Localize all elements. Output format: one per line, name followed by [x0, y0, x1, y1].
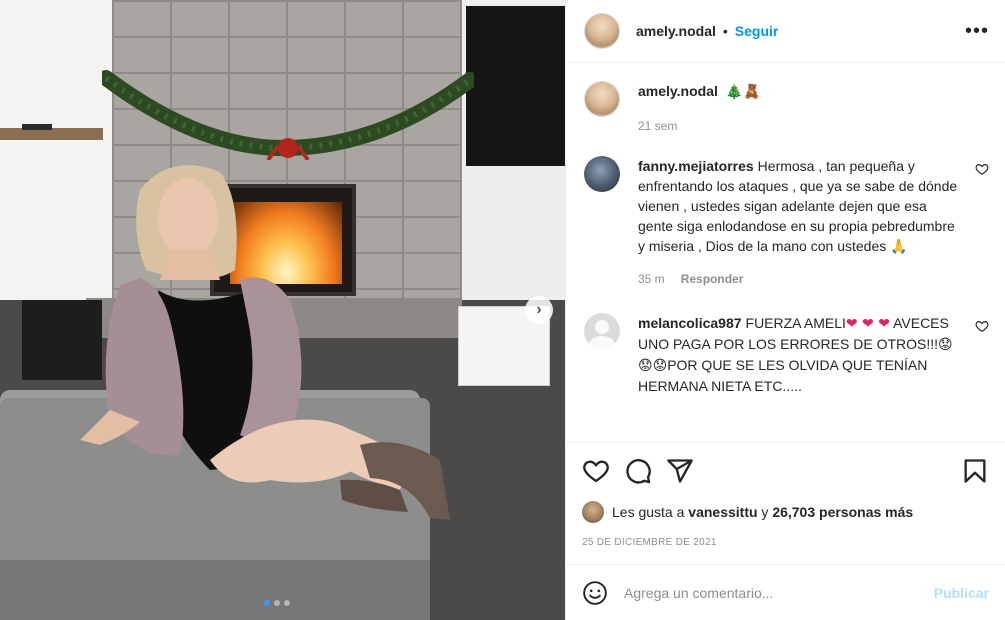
like-heart-icon[interactable] — [582, 457, 610, 485]
caption-avatar[interactable] — [584, 81, 620, 117]
likes-summary: Les gusta a vanessittu y 26,703 personas… — [582, 501, 989, 523]
caption-meta: 21 sem — [638, 116, 965, 136]
next-slide-button[interactable]: › — [525, 296, 553, 324]
caption-time: 21 sem — [638, 119, 678, 133]
comment-bubble-icon[interactable] — [624, 457, 652, 485]
sofa-base — [0, 560, 430, 620]
comment-input[interactable] — [624, 584, 934, 601]
reply-button[interactable]: Responder — [681, 269, 744, 289]
comment-meta: 35 m Responder — [638, 269, 965, 289]
comment-heart-icon[interactable] — [975, 319, 989, 333]
comments-list[interactable]: amely.nodal 🎄🧸 21 sem fanny.mejiatorres H… — [566, 63, 1005, 442]
save-bookmark-icon[interactable] — [961, 457, 989, 485]
comment-body: fanny.mejiatorres Hermosa , tan pequeña y… — [638, 156, 989, 289]
post-actions: Les gusta a vanessittu y 26,703 personas… — [566, 442, 1005, 548]
carousel-dot-3 — [284, 600, 290, 606]
carousel-dots — [264, 600, 290, 606]
post-side-panel: amely.nodal • Seguir ••• amely.nodal 🎄🧸 … — [565, 0, 1005, 620]
carousel-dot-1 — [264, 600, 270, 606]
post-header: amely.nodal • Seguir ••• — [566, 0, 1005, 63]
more-options-icon[interactable]: ••• — [965, 21, 989, 41]
follow-button[interactable]: Seguir — [735, 23, 779, 39]
likes-middle: y — [761, 504, 769, 520]
comment-text: FUERZA AMELI — [745, 315, 846, 331]
woman-figure — [80, 165, 450, 520]
header-separator: • — [722, 23, 728, 39]
liker-username[interactable]: vanessittu — [688, 504, 757, 520]
caption-body: amely.nodal 🎄🧸 21 sem — [638, 81, 989, 136]
comment-emoji: 🙏 — [890, 239, 908, 255]
comment-avatar[interactable] — [584, 156, 620, 192]
comment-composer: Publicar — [566, 564, 1005, 620]
likes-count[interactable]: 26,703 personas más — [772, 504, 913, 520]
comment-heart-icon[interactable] — [975, 162, 989, 176]
post-date[interactable]: 25 de diciembre de 2021 — [582, 537, 989, 548]
liker-avatar[interactable] — [582, 501, 604, 523]
instagram-post-modal: › amely.nodal • Seguir ••• amely.nodal 🎄… — [0, 0, 1005, 620]
publish-button[interactable]: Publicar — [934, 585, 989, 601]
caption-username[interactable]: amely.nodal — [638, 83, 718, 99]
comment-body: melancolica987 FUERZA AMELI❤ ❤ ❤ AVECES U… — [638, 313, 989, 396]
post-photo[interactable]: › — [0, 0, 565, 620]
comment-item: melancolica987 FUERZA AMELI❤ ❤ ❤ AVECES U… — [584, 313, 989, 396]
author-username[interactable]: amely.nodal — [636, 23, 716, 39]
emoji-smiley-icon[interactable] — [582, 580, 608, 606]
share-paper-plane-icon[interactable] — [666, 457, 694, 485]
comment-item: fanny.mejiatorres Hermosa , tan pequeña y… — [584, 156, 989, 289]
comment-text: POR QUE SE LES OLVIDA QUE TENÍAN HERMANA… — [638, 357, 928, 394]
christmas-garland — [102, 70, 474, 160]
carousel-dot-2 — [274, 600, 280, 606]
television — [466, 6, 565, 166]
heart-emoji: ❤ ❤ ❤ — [845, 316, 890, 332]
shelf-object — [22, 124, 52, 130]
caption: amely.nodal 🎄🧸 21 sem — [584, 81, 989, 136]
likes-text: Les gusta a vanessittu y 26,703 personas… — [612, 504, 913, 520]
likes-prefix: Les gusta a — [612, 504, 685, 520]
comment-username[interactable]: fanny.mejiatorres — [638, 158, 754, 174]
comment-time: 35 m — [638, 272, 665, 286]
author-avatar[interactable] — [584, 13, 620, 49]
comment-avatar-default[interactable] — [584, 313, 620, 349]
caption-emoji: 🎄🧸 — [725, 84, 761, 100]
comment-username[interactable]: melancolica987 — [638, 315, 742, 331]
action-icons — [582, 457, 989, 485]
